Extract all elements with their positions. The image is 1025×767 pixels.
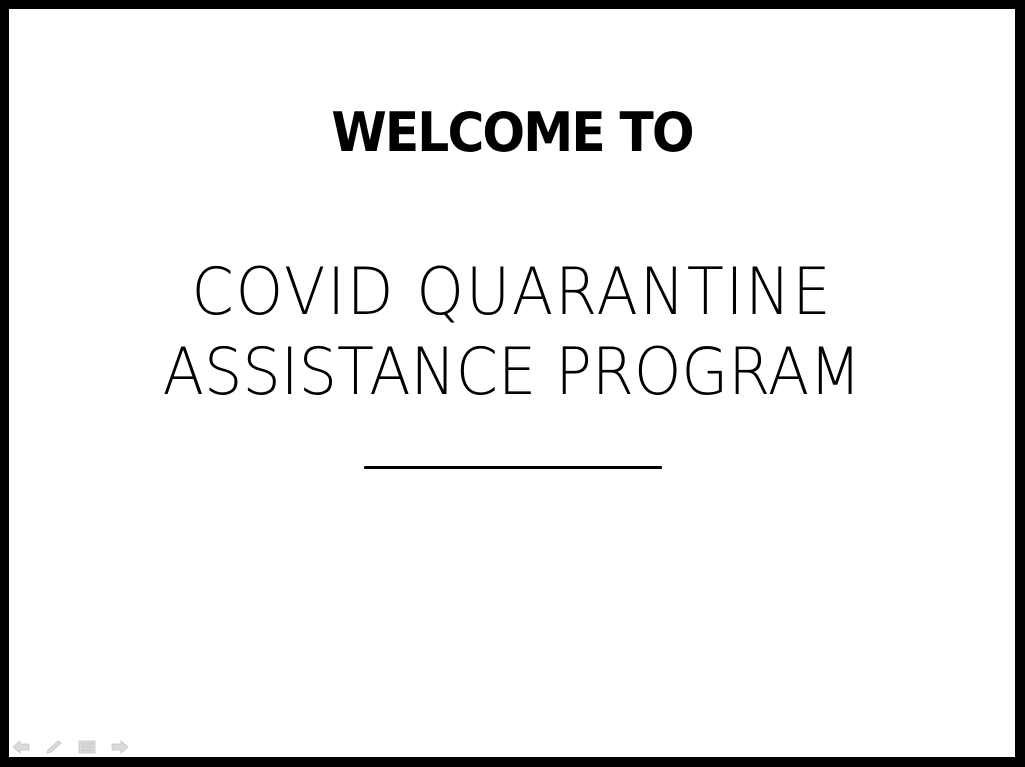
pen-icon [46, 740, 62, 754]
slide-menu-button[interactable] [77, 739, 97, 755]
slide: WELCOME TO COVID QUARANTINE ASSISTANCE P… [9, 9, 1015, 757]
slide-title-line-1: COVID QUARANTINE [191, 255, 833, 330]
pen-button[interactable] [44, 739, 64, 755]
next-arrow-icon [111, 740, 129, 754]
next-slide-button[interactable] [110, 739, 130, 755]
slide-title: COVID QUARANTINE ASSISTANCE PROGRAM [44, 253, 980, 413]
previous-arrow-icon [12, 740, 30, 754]
slideshow-controls [11, 739, 130, 755]
title-underline [364, 466, 662, 469]
previous-slide-button[interactable] [11, 739, 31, 755]
menu-icon [78, 740, 96, 754]
slide-title-line-2: ASSISTANCE PROGRAM [162, 335, 862, 410]
slide-heading: WELCOME TO [331, 101, 694, 164]
